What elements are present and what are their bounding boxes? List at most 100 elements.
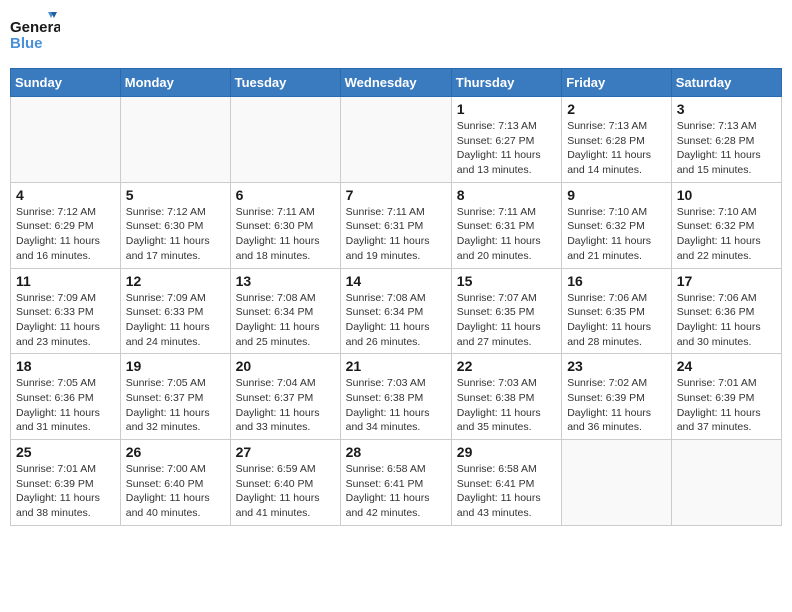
day-info: Sunrise: 7:10 AM Sunset: 6:32 PM Dayligh… (677, 205, 776, 264)
day-number: 9 (567, 187, 666, 203)
day-info: Sunrise: 7:05 AM Sunset: 6:36 PM Dayligh… (16, 376, 115, 435)
day-info: Sunrise: 7:02 AM Sunset: 6:39 PM Dayligh… (567, 376, 666, 435)
day-cell: 12 Sunrise: 7:09 AM Sunset: 6:33 PM Dayli… (120, 268, 230, 354)
svg-text:Blue: Blue (10, 35, 43, 52)
day-number: 18 (16, 358, 115, 374)
day-info: Sunrise: 7:01 AM Sunset: 6:39 PM Dayligh… (677, 376, 776, 435)
day-cell: 23Sunrise: 7:02 AM Sunset: 6:39 PM Dayli… (562, 354, 672, 440)
day-info: Sunrise: 7:08 AM Sunset: 6:34 PM Dayligh… (346, 291, 446, 350)
day-number: 21 (346, 358, 446, 374)
day-cell (562, 440, 672, 526)
day-cell: 26 Sunrise: 7:00 AM Sunset: 6:40 PM Dayli… (120, 440, 230, 526)
day-info: Sunrise: 7:10 AM Sunset: 6:32 PM Dayligh… (567, 205, 666, 264)
week-row-1: 4Sunrise: 7:12 AM Sunset: 6:29 PM Daylig… (11, 182, 782, 268)
day-number: 24 (677, 358, 776, 374)
day-number: 2 (567, 101, 666, 117)
day-info: Sunrise: 7:11 AM Sunset: 6:31 PM Dayligh… (457, 205, 556, 264)
day-info: Sunrise: 7:13 AM Sunset: 6:27 PM Dayligh… (457, 119, 556, 178)
day-number: 1 (457, 101, 556, 117)
day-cell: 18 Sunrise: 7:05 AM Sunset: 6:36 PM Dayli… (11, 354, 121, 440)
day-info: Sunrise: 7:12 AM Sunset: 6:30 PM Dayligh… (126, 205, 225, 264)
week-row-2: 11 Sunrise: 7:09 AM Sunset: 6:33 PM Dayli… (11, 268, 782, 354)
day-number: 5 (126, 187, 225, 203)
day-info: Sunrise: 7:03 AM Sunset: 6:38 PM Dayligh… (346, 376, 446, 435)
logo-svg: General Blue (10, 10, 60, 60)
day-cell: 14Sunrise: 7:08 AM Sunset: 6:34 PM Dayli… (340, 268, 451, 354)
day-info: Sunrise: 7:08 AM Sunset: 6:34 PM Dayligh… (236, 291, 335, 350)
day-number: 29 (457, 444, 556, 460)
day-info: Sunrise: 7:01 AM Sunset: 6:39 PM Dayligh… (16, 462, 115, 521)
day-header-tuesday: Tuesday (230, 69, 340, 97)
day-cell: 1 Sunrise: 7:13 AM Sunset: 6:27 PM Daylig… (451, 97, 561, 183)
calendar-table: SundayMondayTuesdayWednesdayThursdayFrid… (10, 68, 782, 526)
day-info: Sunrise: 7:06 AM Sunset: 6:35 PM Dayligh… (567, 291, 666, 350)
day-cell: 2 Sunrise: 7:13 AM Sunset: 6:28 PM Daylig… (562, 97, 672, 183)
day-header-thursday: Thursday (451, 69, 561, 97)
day-cell: 10 Sunrise: 7:10 AM Sunset: 6:32 PM Dayli… (671, 182, 781, 268)
day-number: 3 (677, 101, 776, 117)
day-cell: 25 Sunrise: 7:01 AM Sunset: 6:39 PM Dayli… (11, 440, 121, 526)
day-info: Sunrise: 7:09 AM Sunset: 6:33 PM Dayligh… (16, 291, 115, 350)
day-cell: 17Sunrise: 7:06 AM Sunset: 6:36 PM Dayli… (671, 268, 781, 354)
week-row-4: 25 Sunrise: 7:01 AM Sunset: 6:39 PM Dayli… (11, 440, 782, 526)
page-header: General Blue (10, 10, 782, 60)
day-number: 6 (236, 187, 335, 203)
day-header-saturday: Saturday (671, 69, 781, 97)
day-info: Sunrise: 7:12 AM Sunset: 6:29 PM Dayligh… (16, 205, 115, 264)
week-row-3: 18 Sunrise: 7:05 AM Sunset: 6:36 PM Dayli… (11, 354, 782, 440)
header-row: SundayMondayTuesdayWednesdayThursdayFrid… (11, 69, 782, 97)
day-number: 11 (16, 273, 115, 289)
day-number: 7 (346, 187, 446, 203)
day-info: Sunrise: 7:00 AM Sunset: 6:40 PM Dayligh… (126, 462, 225, 521)
day-info: Sunrise: 7:11 AM Sunset: 6:31 PM Dayligh… (346, 205, 446, 264)
day-cell: 22 Sunrise: 7:03 AM Sunset: 6:38 PM Dayli… (451, 354, 561, 440)
day-cell: 7 Sunrise: 7:11 AM Sunset: 6:31 PM Daylig… (340, 182, 451, 268)
day-info: Sunrise: 7:09 AM Sunset: 6:33 PM Dayligh… (126, 291, 225, 350)
day-cell: 15 Sunrise: 7:07 AM Sunset: 6:35 PM Dayli… (451, 268, 561, 354)
day-cell (340, 97, 451, 183)
day-cell: 11 Sunrise: 7:09 AM Sunset: 6:33 PM Dayli… (11, 268, 121, 354)
day-cell (230, 97, 340, 183)
day-number: 27 (236, 444, 335, 460)
day-cell: 13 Sunrise: 7:08 AM Sunset: 6:34 PM Dayli… (230, 268, 340, 354)
logo: General Blue (10, 10, 60, 60)
day-number: 15 (457, 273, 556, 289)
day-number: 12 (126, 273, 225, 289)
day-info: Sunrise: 7:05 AM Sunset: 6:37 PM Dayligh… (126, 376, 225, 435)
day-number: 13 (236, 273, 335, 289)
day-cell: 24 Sunrise: 7:01 AM Sunset: 6:39 PM Dayli… (671, 354, 781, 440)
day-header-wednesday: Wednesday (340, 69, 451, 97)
day-info: Sunrise: 7:04 AM Sunset: 6:37 PM Dayligh… (236, 376, 335, 435)
day-info: Sunrise: 7:07 AM Sunset: 6:35 PM Dayligh… (457, 291, 556, 350)
day-number: 20 (236, 358, 335, 374)
day-number: 8 (457, 187, 556, 203)
day-number: 22 (457, 358, 556, 374)
day-cell: 5 Sunrise: 7:12 AM Sunset: 6:30 PM Daylig… (120, 182, 230, 268)
day-cell: 27 Sunrise: 6:59 AM Sunset: 6:40 PM Dayli… (230, 440, 340, 526)
day-cell: 28Sunrise: 6:58 AM Sunset: 6:41 PM Dayli… (340, 440, 451, 526)
day-info: Sunrise: 7:13 AM Sunset: 6:28 PM Dayligh… (567, 119, 666, 178)
day-number: 26 (126, 444, 225, 460)
day-cell: 8 Sunrise: 7:11 AM Sunset: 6:31 PM Daylig… (451, 182, 561, 268)
day-number: 10 (677, 187, 776, 203)
day-header-friday: Friday (562, 69, 672, 97)
day-info: Sunrise: 7:13 AM Sunset: 6:28 PM Dayligh… (677, 119, 776, 178)
day-number: 16 (567, 273, 666, 289)
day-number: 25 (16, 444, 115, 460)
week-row-0: 1 Sunrise: 7:13 AM Sunset: 6:27 PM Daylig… (11, 97, 782, 183)
day-number: 19 (126, 358, 225, 374)
day-number: 28 (346, 444, 446, 460)
day-header-sunday: Sunday (11, 69, 121, 97)
day-cell: 21 Sunrise: 7:03 AM Sunset: 6:38 PM Dayli… (340, 354, 451, 440)
day-cell: 20 Sunrise: 7:04 AM Sunset: 6:37 PM Dayli… (230, 354, 340, 440)
day-info: Sunrise: 6:58 AM Sunset: 6:41 PM Dayligh… (457, 462, 556, 521)
day-info: Sunrise: 7:03 AM Sunset: 6:38 PM Dayligh… (457, 376, 556, 435)
day-cell (671, 440, 781, 526)
day-info: Sunrise: 6:59 AM Sunset: 6:40 PM Dayligh… (236, 462, 335, 521)
day-cell: 3 Sunrise: 7:13 AM Sunset: 6:28 PM Daylig… (671, 97, 781, 183)
day-number: 17 (677, 273, 776, 289)
day-cell: 19 Sunrise: 7:05 AM Sunset: 6:37 PM Dayli… (120, 354, 230, 440)
day-cell: 16 Sunrise: 7:06 AM Sunset: 6:35 PM Dayli… (562, 268, 672, 354)
day-header-monday: Monday (120, 69, 230, 97)
day-cell (11, 97, 121, 183)
